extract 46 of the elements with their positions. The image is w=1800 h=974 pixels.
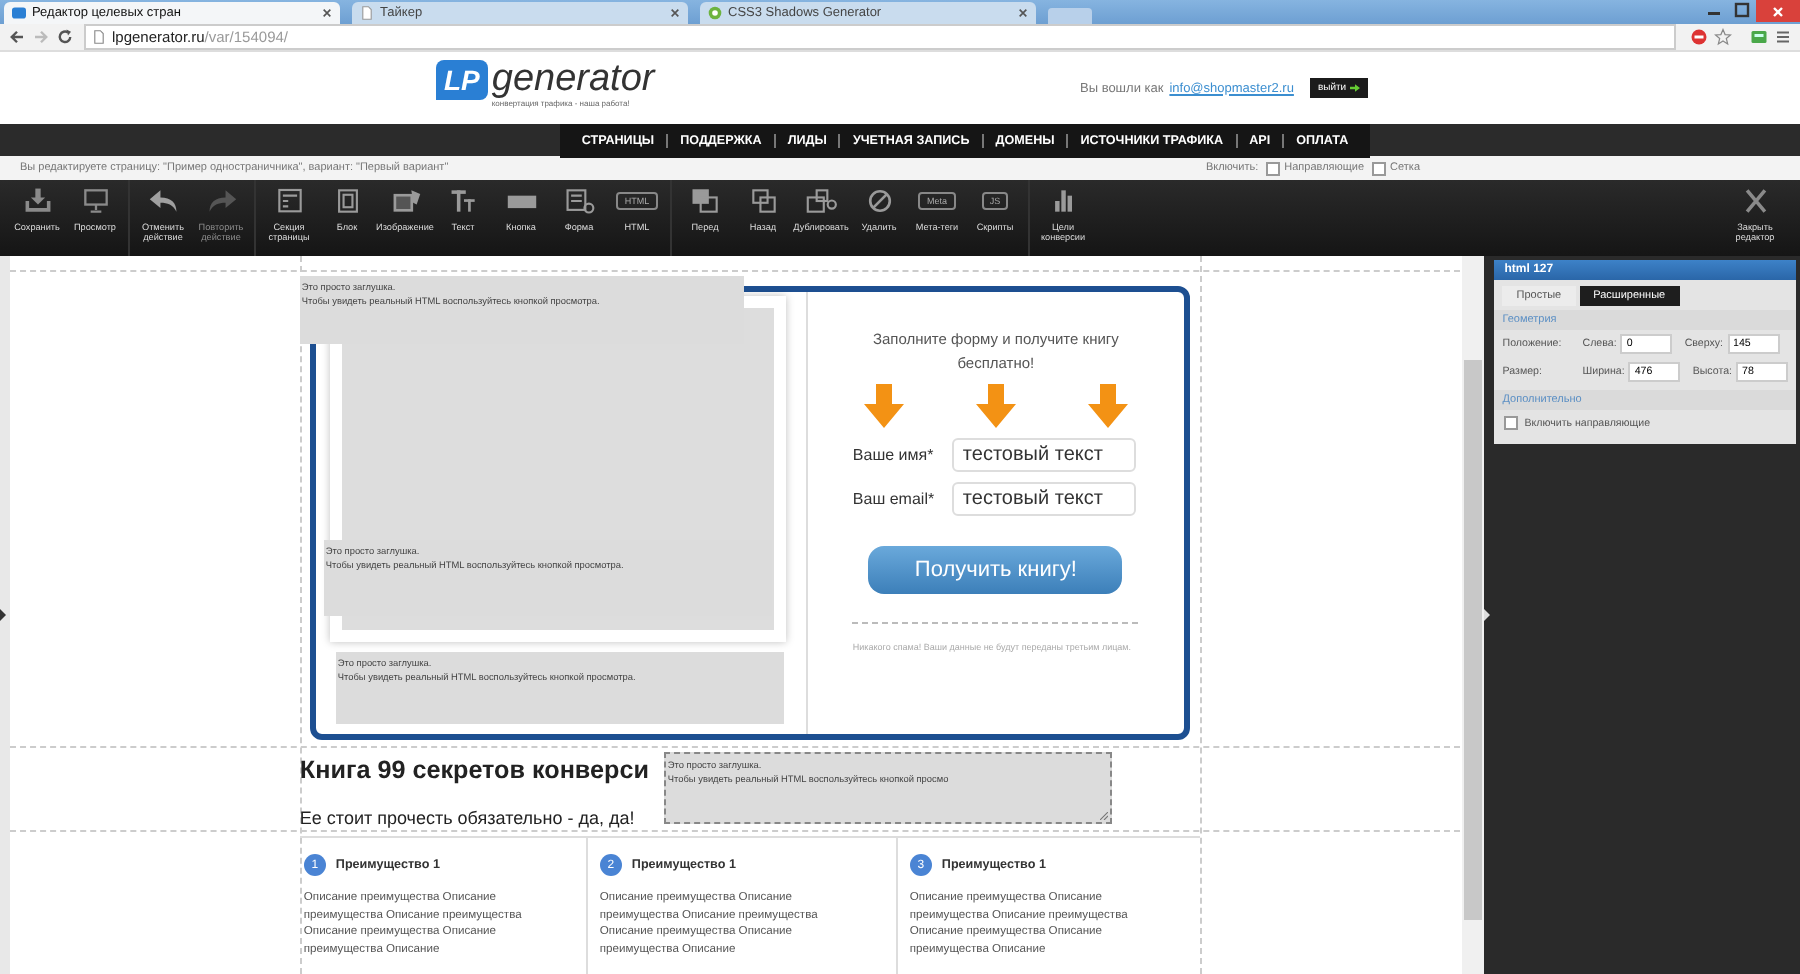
close-icon[interactable] xyxy=(1018,8,1028,18)
favicon-icon xyxy=(12,6,26,20)
favicon-icon xyxy=(708,6,722,20)
form-icon xyxy=(563,188,595,214)
down-arrow-icon xyxy=(863,384,904,428)
scrollbar[interactable] xyxy=(1462,256,1485,974)
page-heading: Книга 99 секретов конверси xyxy=(299,756,649,784)
resize-handle[interactable] xyxy=(1099,812,1108,820)
undo-icon xyxy=(147,188,179,214)
download-icon xyxy=(21,188,53,214)
monitor-icon xyxy=(79,188,111,214)
stop-icon[interactable] xyxy=(1690,28,1708,46)
duplicate-icon xyxy=(805,188,837,214)
page-icon xyxy=(92,30,106,44)
logo-text: generator xyxy=(491,60,655,98)
arrow-icon xyxy=(1350,84,1361,92)
down-arrow-icon xyxy=(1087,384,1128,428)
back-icon[interactable] xyxy=(8,28,26,46)
arrow-icon[interactable] xyxy=(1484,608,1491,622)
prohibited-icon xyxy=(863,188,895,214)
close-icon xyxy=(1770,3,1786,19)
layers-icon xyxy=(689,188,721,214)
down-arrow-icon xyxy=(975,384,1016,428)
arrow-icon[interactable] xyxy=(0,608,6,622)
extension-icon[interactable] xyxy=(1750,28,1768,46)
field-label: Ваше имя* xyxy=(852,446,936,464)
redo-icon xyxy=(205,188,237,214)
star-icon[interactable] xyxy=(1714,28,1732,46)
logo-mark: LP xyxy=(436,60,488,100)
input-field[interactable]: тестовый текст xyxy=(952,482,1137,516)
image-icon xyxy=(389,188,421,214)
text-icon xyxy=(447,188,479,214)
close-button[interactable] xyxy=(1756,0,1800,22)
input-field[interactable]: тестовый текст xyxy=(952,438,1137,472)
checkbox[interactable] xyxy=(1504,416,1519,430)
checkbox[interactable] xyxy=(1266,161,1281,175)
page-subheading: Ее стоит прочесть обязательно - да, да! xyxy=(299,808,635,828)
menu-icon[interactable] xyxy=(1774,28,1792,46)
close-icon[interactable] xyxy=(322,8,332,18)
close-icon[interactable] xyxy=(670,8,680,18)
layers-icon xyxy=(747,188,779,214)
reload-icon[interactable] xyxy=(56,28,74,46)
checkbox[interactable] xyxy=(1372,161,1387,175)
page-icon xyxy=(360,6,374,20)
layout-icon xyxy=(273,188,305,214)
field-label: Ваш email* xyxy=(852,490,937,508)
